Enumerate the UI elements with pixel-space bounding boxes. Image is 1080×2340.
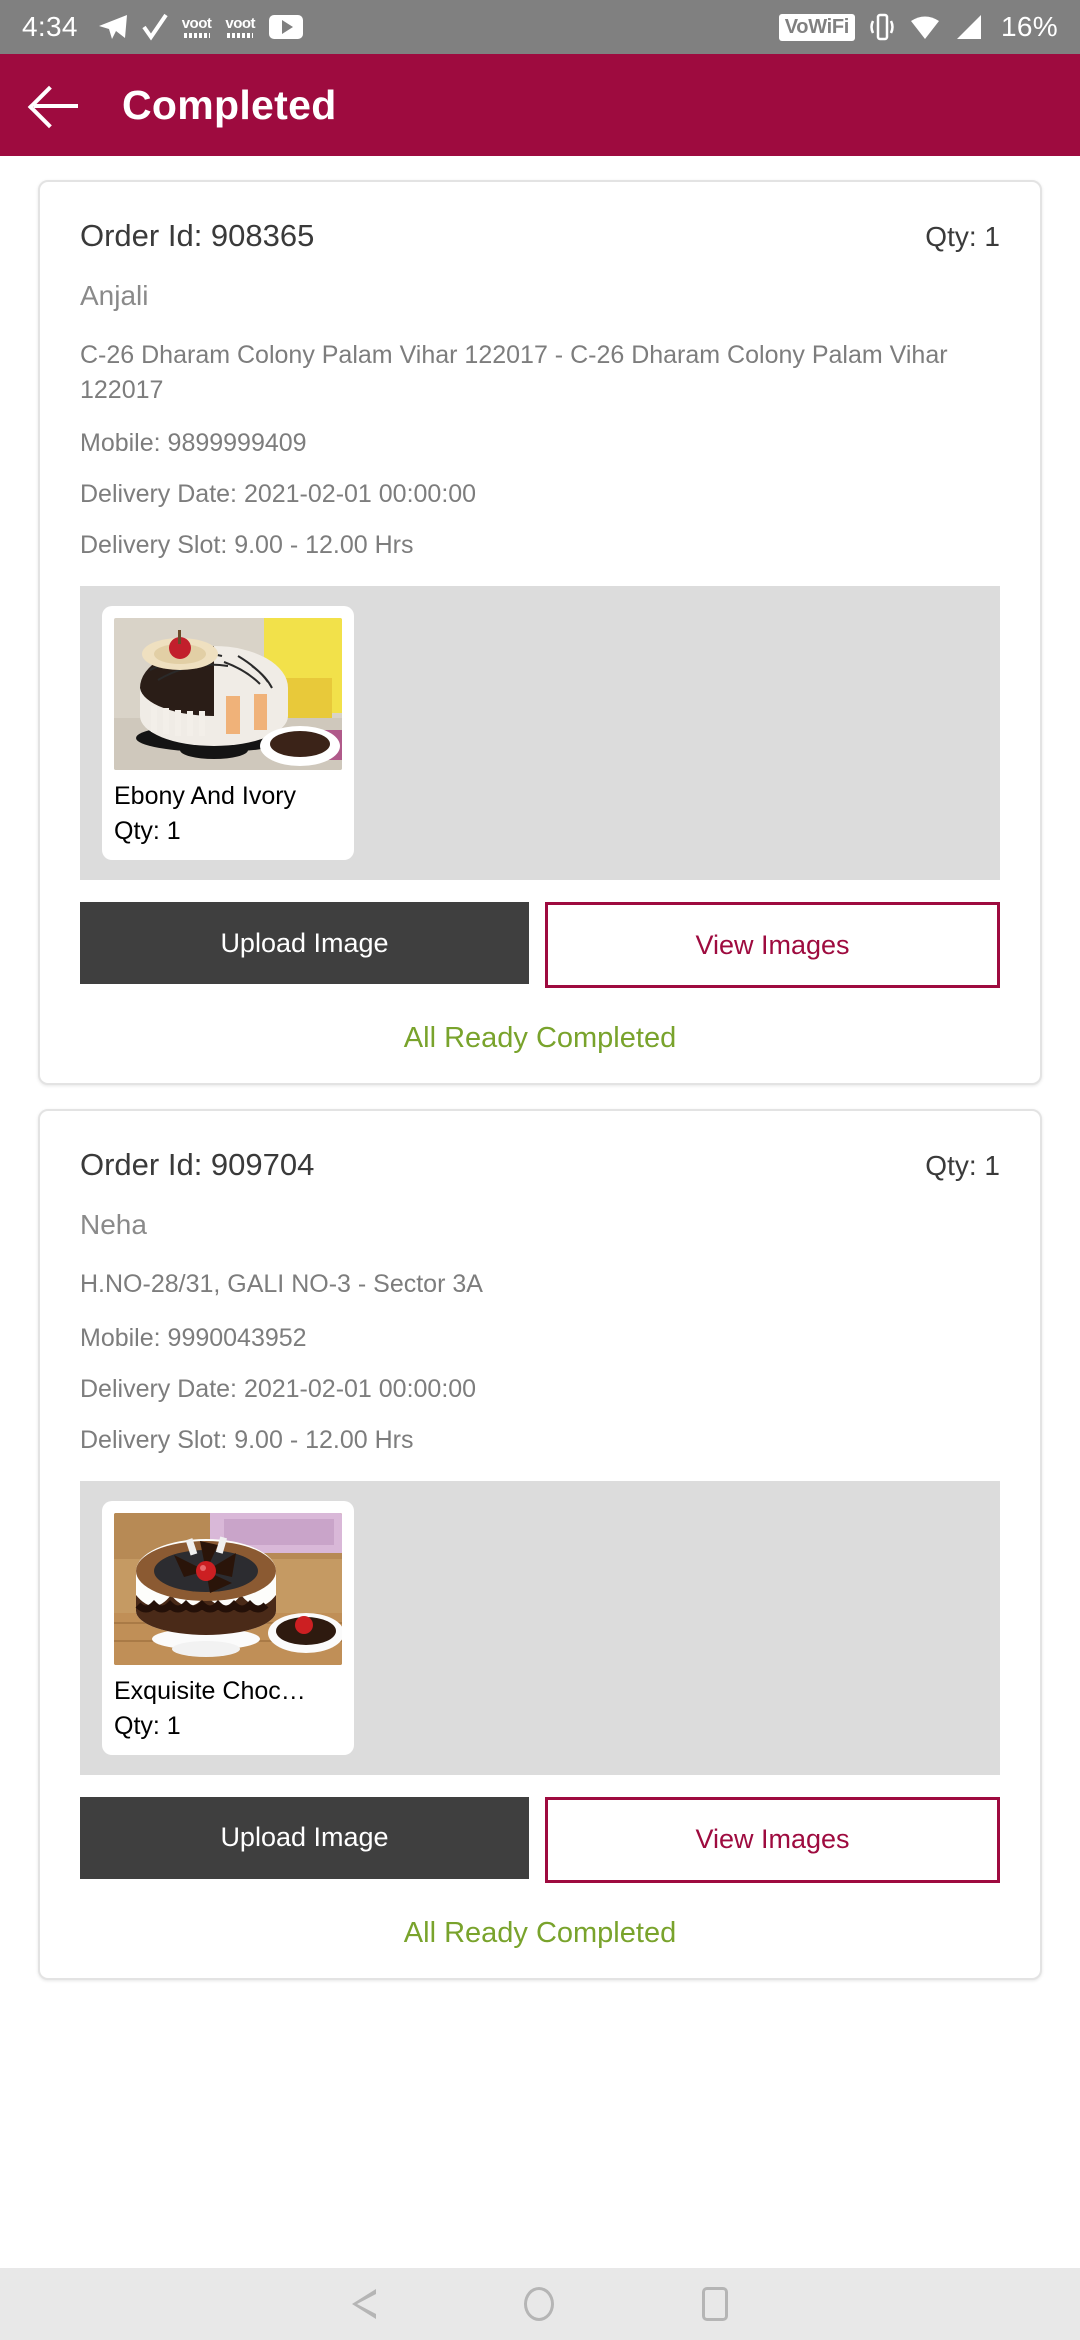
mobile-number: Mobile: 9899999409	[80, 429, 307, 457]
order-id: Order Id: 909704	[80, 1147, 315, 1182]
item-name: Ebony And Ivory	[114, 782, 297, 810]
delivery-address: H.NO-28/31, GALI NO-3 - Sector 3A	[80, 1270, 483, 1298]
status-time: 4:34	[22, 11, 78, 42]
order-item[interactable]: Exquisite Choc… Qty: 1	[102, 1500, 354, 1755]
order-card-header: Order Id: 909704 Qty: 1	[80, 1147, 1000, 1183]
status-badge: All Ready Completed	[403, 1022, 677, 1054]
status-badge: All Ready Completed	[403, 1916, 677, 1949]
upload-image-button[interactable]: Upload Image	[80, 1796, 529, 1879]
order-item[interactable]: Ebony And Ivory Qty: 1	[102, 606, 354, 860]
order-card[interactable]: Order Id: 908365 Qty: 1 Anjali C-26 Dhar…	[38, 180, 1042, 1085]
order-items-strip: Ebony And Ivory Qty: 1	[80, 586, 1000, 880]
order-id: Order Id: 908365	[80, 218, 315, 253]
upload-image-button[interactable]: Upload Image	[80, 902, 529, 984]
battery-percent: 16%	[1001, 11, 1058, 42]
delivery-date: Delivery Date: 2021-02-01 00:00:00	[80, 480, 477, 508]
status-bar: 4:34 voot voot VoWiFi 16%	[0, 0, 1080, 54]
order-card[interactable]: Order Id: 909704 Qty: 1 Neha H.NO-28/31,…	[38, 1109, 1042, 1980]
delivery-slot: Delivery Slot: 9.00 - 12.00 Hrs	[80, 1425, 414, 1454]
status-bar-left: 4:34 voot voot	[22, 11, 304, 43]
order-actions: Upload Image View Images	[80, 902, 1000, 988]
signal-icon	[955, 13, 983, 41]
android-nav-bar	[0, 2268, 1080, 2340]
delivery-date: Delivery Date: 2021-02-01 00:00:00	[80, 1374, 477, 1403]
telegram-icon	[98, 14, 128, 40]
view-images-button[interactable]: View Images	[545, 1796, 1000, 1883]
page-title: Completed	[122, 81, 337, 128]
vowifi-icon: VoWiFi	[778, 13, 856, 41]
nav-recent-icon[interactable]	[702, 2287, 728, 2321]
nav-home-icon[interactable]	[524, 2287, 554, 2321]
order-qty: Qty: 1	[925, 221, 1000, 252]
nav-back-icon[interactable]	[352, 2289, 376, 2319]
wifi-icon	[909, 13, 941, 41]
item-name: Exquisite Choc…	[114, 1676, 306, 1705]
view-images-button[interactable]: View Images	[545, 902, 1000, 988]
voot-icon: voot	[182, 16, 212, 38]
order-items-strip: Exquisite Choc… Qty: 1	[80, 1480, 1000, 1775]
customer-name: Neha	[80, 1209, 147, 1240]
vibrate-icon	[869, 12, 895, 42]
delivery-address: C-26 Dharam Colony Palam Vihar 122017 - …	[80, 341, 948, 404]
status-bar-right: VoWiFi 16%	[778, 11, 1058, 43]
item-qty: Qty: 1	[114, 1711, 181, 1740]
customer-name: Anjali	[80, 280, 149, 311]
exquisite-chocolate-cake-image	[114, 1512, 342, 1665]
order-qty: Qty: 1	[925, 1150, 1000, 1181]
checkmark-icon	[142, 13, 168, 41]
app-bar: Completed	[0, 54, 1080, 156]
item-qty: Qty: 1	[114, 817, 181, 845]
voot-icon: voot	[225, 16, 256, 38]
order-card-header: Order Id: 908365 Qty: 1	[80, 218, 1000, 254]
ebony-and-ivory-cake-image	[114, 618, 342, 770]
back-arrow-icon[interactable]	[30, 79, 82, 131]
youtube-icon	[269, 15, 304, 39]
orders-list[interactable]: Order Id: 908365 Qty: 1 Anjali C-26 Dhar…	[0, 156, 1080, 2268]
mobile-number: Mobile: 9990043952	[80, 1323, 307, 1352]
delivery-slot: Delivery Slot: 9.00 - 12.00 Hrs	[80, 531, 414, 559]
order-actions: Upload Image View Images	[80, 1796, 1000, 1883]
